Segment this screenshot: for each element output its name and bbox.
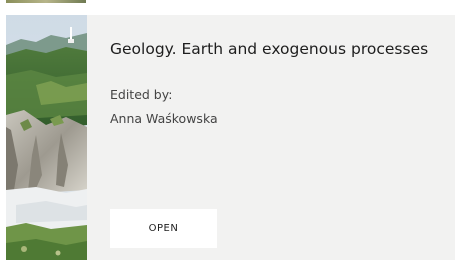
edited-by-label: Edited by: <box>110 87 173 102</box>
book-cover-image[interactable] <box>6 15 87 260</box>
book-title[interactable]: Geology. Earth and exogenous processes <box>110 39 445 59</box>
page: Geology. Earth and exogenous processes E… <box>0 0 455 260</box>
previous-cover-edge <box>6 0 86 3</box>
editor-name: Anna Waśkowska <box>110 111 218 126</box>
book-info: Geology. Earth and exogenous processes E… <box>110 39 445 127</box>
open-button[interactable]: OPEN <box>110 209 217 248</box>
book-card: Geology. Earth and exogenous processes E… <box>6 15 455 260</box>
previous-card-edge <box>0 0 455 15</box>
